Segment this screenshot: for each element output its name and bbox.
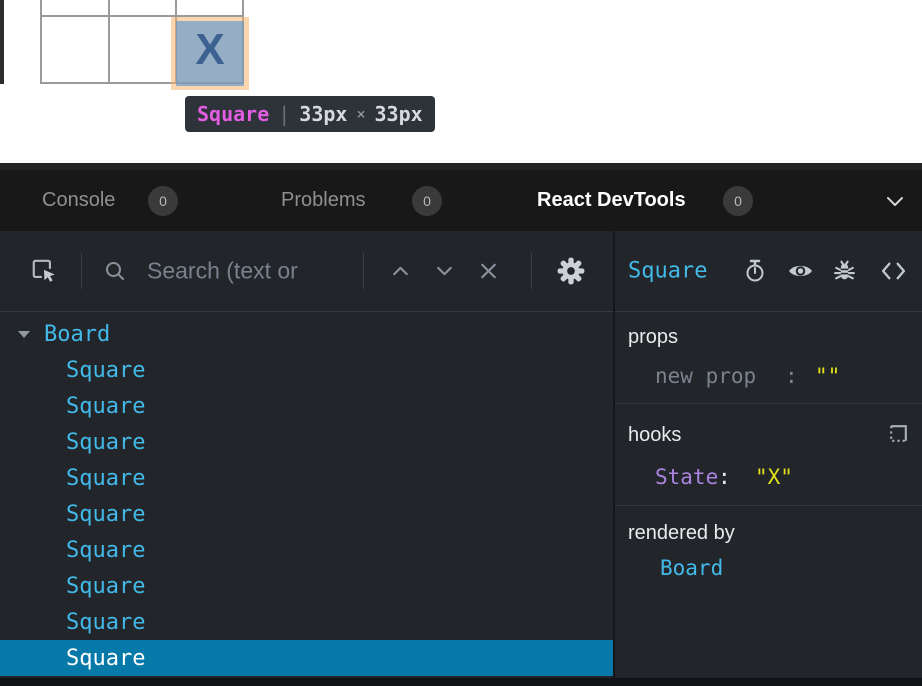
tree-toolbar: Search (text or xyxy=(0,231,613,312)
stopwatch-icon[interactable] xyxy=(743,258,767,284)
react-devtools-screen: X Square | 33px × 33px Console 0 Problem… xyxy=(0,0,922,686)
tab-problems-badge: 0 xyxy=(412,186,442,216)
prop-colon: : xyxy=(785,364,798,388)
new-prop-input[interactable]: new prop xyxy=(655,364,756,388)
inspect-element-icon[interactable] xyxy=(30,257,58,285)
hook-state-name[interactable]: State xyxy=(655,465,718,489)
tree-item-square[interactable]: Square xyxy=(0,352,613,388)
board-grid-line xyxy=(108,0,110,84)
tab-console-badge: 0 xyxy=(148,186,178,216)
selected-component-title: Square xyxy=(628,259,707,284)
tab-react-devtools-badge: 0 xyxy=(723,186,753,216)
tree-item-board[interactable]: Board xyxy=(0,316,613,352)
tree-item-square[interactable]: Square xyxy=(0,388,613,424)
owner-link-board[interactable]: Board xyxy=(660,556,723,580)
hooks-section: hooks State : "X" xyxy=(615,404,922,506)
tab-console[interactable]: Console xyxy=(42,170,115,231)
code-brackets-icon[interactable] xyxy=(881,259,906,284)
tooltip-times: × xyxy=(356,105,365,123)
new-prop-value-input[interactable]: "" xyxy=(815,364,840,388)
toolbar-divider xyxy=(363,253,364,289)
hook-state-value[interactable]: "X" xyxy=(755,465,793,489)
expander-triangle-icon[interactable] xyxy=(18,331,30,338)
toolbar-divider xyxy=(531,253,532,289)
devtools-tabbar: Console 0 Problems 0 React DevTools 0 xyxy=(0,170,922,232)
gear-icon[interactable] xyxy=(556,256,586,286)
component-tree: Board SquareSquareSquareSquareSquareSqua… xyxy=(0,312,613,678)
tooltip-component-name: Square xyxy=(197,102,269,126)
tooltip-separator: | xyxy=(278,102,290,126)
tree-item-square[interactable]: Square xyxy=(0,460,613,496)
inspect-tooltip: Square | 33px × 33px xyxy=(185,96,435,132)
board-square-x[interactable]: X xyxy=(176,16,244,84)
devtools-main: Search (text or xyxy=(0,231,922,678)
chevron-up-icon[interactable] xyxy=(390,261,411,282)
chevron-down-icon[interactable] xyxy=(884,190,906,217)
tree-children: SquareSquareSquareSquareSquareSquareSqua… xyxy=(0,352,613,676)
tree-item-square[interactable]: Square xyxy=(0,424,613,460)
board-grid-line xyxy=(40,0,42,84)
tab-problems[interactable]: Problems xyxy=(281,170,365,231)
tree-item-square[interactable]: Square xyxy=(0,568,613,604)
component-details-panel: Square xyxy=(615,231,922,678)
bug-icon[interactable] xyxy=(833,259,856,284)
tree-item-square[interactable]: Square xyxy=(0,496,613,532)
details-header: Square xyxy=(615,231,922,312)
toolbar-divider xyxy=(81,253,82,289)
chevron-down-icon[interactable] xyxy=(434,261,455,282)
rendered-by-section: rendered by Board xyxy=(615,506,922,678)
panel-divider-strip xyxy=(0,163,922,170)
tooltip-height: 33px xyxy=(375,102,423,126)
tree-item-square[interactable]: Square xyxy=(0,640,613,676)
components-tree-panel: Search (text or xyxy=(0,231,613,678)
tab-react-devtools[interactable]: React DevTools xyxy=(537,170,686,231)
tree-item-square[interactable]: Square xyxy=(0,604,613,640)
eye-icon[interactable] xyxy=(788,262,813,281)
bottom-edge-bar xyxy=(0,678,922,686)
hook-colon: : xyxy=(718,465,731,489)
tree-item-square[interactable]: Square xyxy=(0,532,613,568)
props-section: props new prop : "" xyxy=(615,312,922,404)
props-heading: props xyxy=(628,326,678,349)
search-input[interactable]: Search (text or xyxy=(147,258,298,285)
dashed-square-icon[interactable] xyxy=(887,422,910,445)
window-edge xyxy=(0,0,4,84)
search-icon xyxy=(104,260,126,282)
rendered-by-heading: rendered by xyxy=(628,522,735,545)
inspected-page-viewport: X Square | 33px × 33px xyxy=(0,0,922,163)
tooltip-width: 33px xyxy=(299,102,347,126)
hooks-heading: hooks xyxy=(628,424,681,447)
close-icon[interactable] xyxy=(478,261,499,282)
tree-item-label: Board xyxy=(44,322,110,347)
